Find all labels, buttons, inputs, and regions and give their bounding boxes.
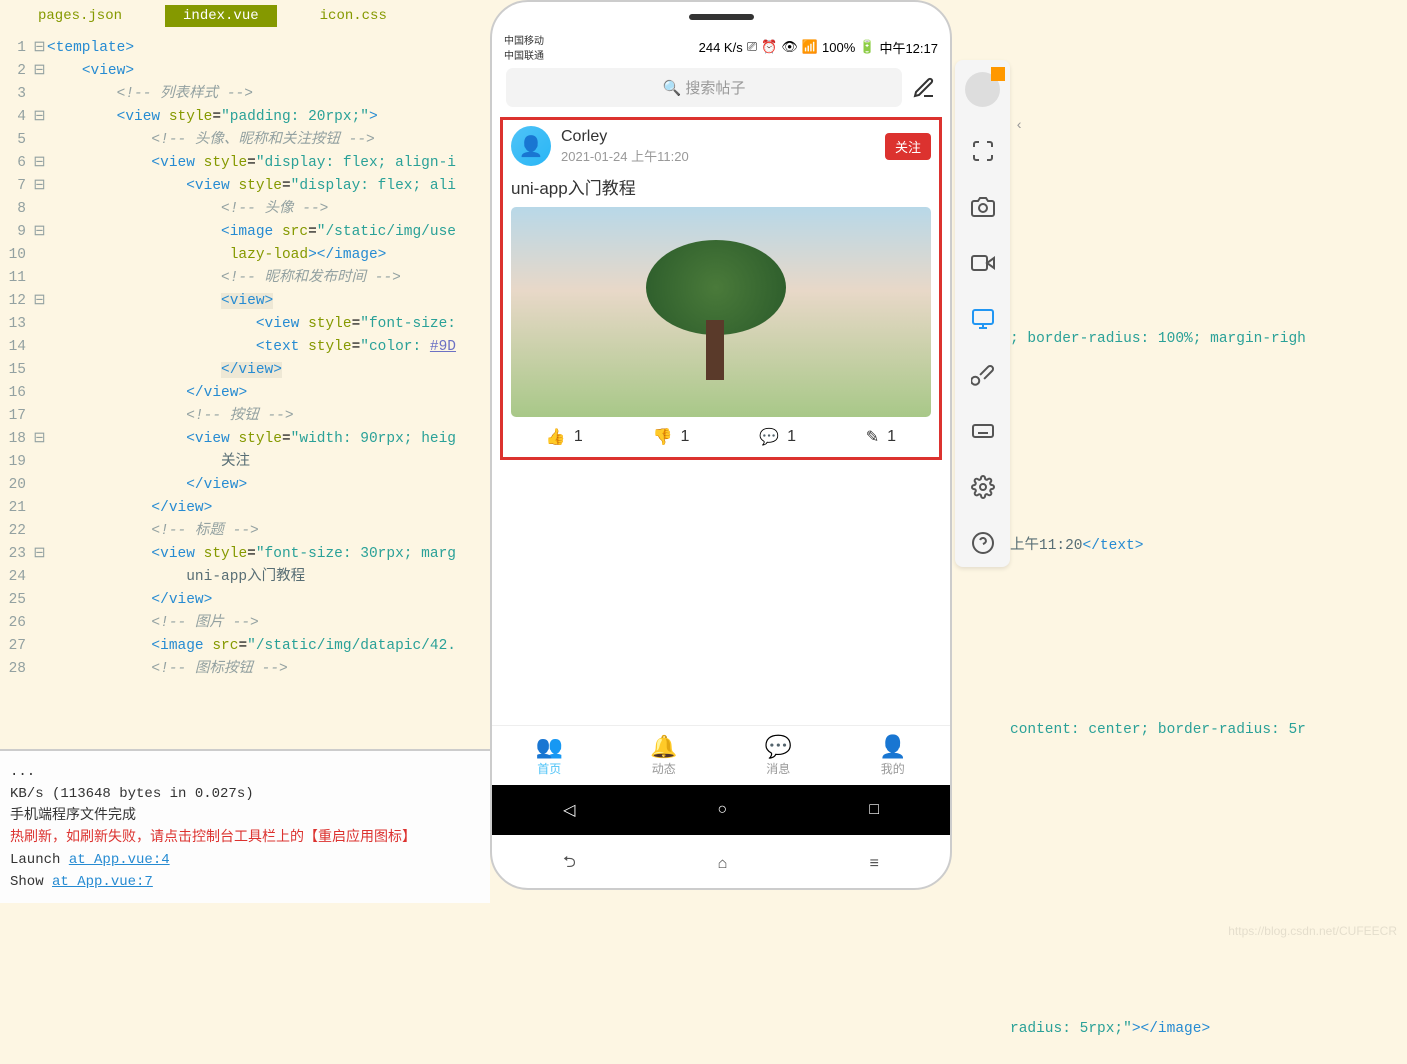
thumbsup-icon: 👍 [546,427,566,447]
wifi-icon: 📶 [802,39,818,55]
tab-pages-json[interactable]: pages.json [20,5,140,27]
share-button[interactable]: ✎ 1 [866,427,896,447]
fullscreen-icon[interactable] [971,139,995,163]
console-line: Show at App.vue:7 [10,871,480,893]
like-button[interactable]: 👍 1 [546,427,583,447]
console-line: KB/s (113648 bytes in 0.027s) [10,783,480,805]
inspect-icon[interactable] [971,307,995,331]
cast-icon: ⎚ [747,39,757,55]
code-overflow-right: ; border-radius: 100%; margin-righ 上午11:… [1010,52,1306,1064]
tab-profile[interactable]: 👤 我的 [879,734,906,777]
tab-messages[interactable]: 💬 消息 [765,734,792,777]
watermark: https://blog.csdn.net/CUFEECR [1228,924,1397,938]
emu-home-icon[interactable]: ⌂ [718,855,728,873]
android-navbar: ◁ ○ □ [492,785,950,835]
console-line: Launch at App.vue:4 [10,849,480,871]
post-card: 👤 Corley 2021-01-24 上午11:20 关注 uni-app入门… [500,117,942,460]
tabbar: 👥 首页 🔔 动态 💬 消息 👤 我的 [492,725,950,785]
console-line: ... [10,761,480,783]
collapse-chevron-icon[interactable]: ‹ [1015,118,1023,134]
recent-button[interactable]: □ [869,801,879,819]
video-icon[interactable] [971,251,995,275]
username[interactable]: Corley [561,128,875,146]
follow-button[interactable]: 关注 [885,133,931,160]
phone-notch [689,14,754,20]
emulator-navbar: ⮌ ⌂ ≡ [492,840,950,888]
post-timestamp: 2021-01-24 上午11:20 [561,146,875,165]
user-icon: 👤 [879,734,906,760]
back-button[interactable]: ◁ [563,800,575,820]
dislike-button[interactable]: 👎 1 [653,427,690,447]
tab-feed[interactable]: 🔔 动态 [650,734,677,777]
compose-icon[interactable] [912,76,936,100]
search-input[interactable]: 🔍 搜索帖子 [506,68,902,107]
phone-preview: 中国移动 中国联通 244 K/s ⎚ ⏰ 👁 📶 100% 🔋 中午12:17… [490,0,952,890]
alarm-icon: ⏰ [761,39,777,55]
tab-index-vue[interactable]: index.vue [165,5,277,27]
thumbsdown-icon: 👎 [653,427,673,447]
search-icon: 🔍 [663,80,682,97]
bell-icon: 🔔 [650,734,677,760]
console-line: 手机端程序文件完成 [10,805,480,827]
console-link[interactable]: at App.vue:4 [69,852,170,868]
comment-button[interactable]: 💬 1 [759,427,796,447]
tab-home[interactable]: 👥 首页 [536,734,563,777]
searchbar: 🔍 搜索帖子 [492,62,950,113]
console-panel: ... KB/s (113648 bytes in 0.027s) 手机端程序文… [0,749,490,903]
help-icon[interactable] [971,531,995,555]
emu-menu-icon[interactable]: ≡ [869,855,879,873]
keyboard-icon[interactable] [971,419,995,443]
devtools-sidebar [955,60,1010,567]
user-avatar[interactable] [965,72,1000,107]
statusbar: 中国移动 中国联通 244 K/s ⎚ ⏰ 👁 📶 100% 🔋 中午12:17 [492,32,950,62]
brush-icon[interactable] [971,363,995,387]
avatar[interactable]: 👤 [511,126,551,166]
share-icon: ✎ [866,427,879,447]
tab-icon-css[interactable]: icon.css [302,5,405,27]
home-button[interactable]: ○ [718,801,728,819]
settings-icon[interactable] [971,475,995,499]
post-title[interactable]: uni-app入门教程 [511,174,931,199]
eye-icon: 👁 [781,39,798,55]
post-image[interactable] [511,207,931,417]
emu-back-icon[interactable]: ⮌ [563,851,576,878]
console-warning: 热刷新，如刷新失败，请点击控制台工具栏上的【重启应用图标】 [10,827,480,849]
camera-icon[interactable] [971,195,995,219]
chat-icon: 💬 [765,734,792,760]
comment-icon: 💬 [759,427,779,447]
battery-icon: 🔋 [859,39,875,55]
console-link[interactable]: at App.vue:7 [52,874,153,890]
people-icon: 👥 [536,734,563,760]
